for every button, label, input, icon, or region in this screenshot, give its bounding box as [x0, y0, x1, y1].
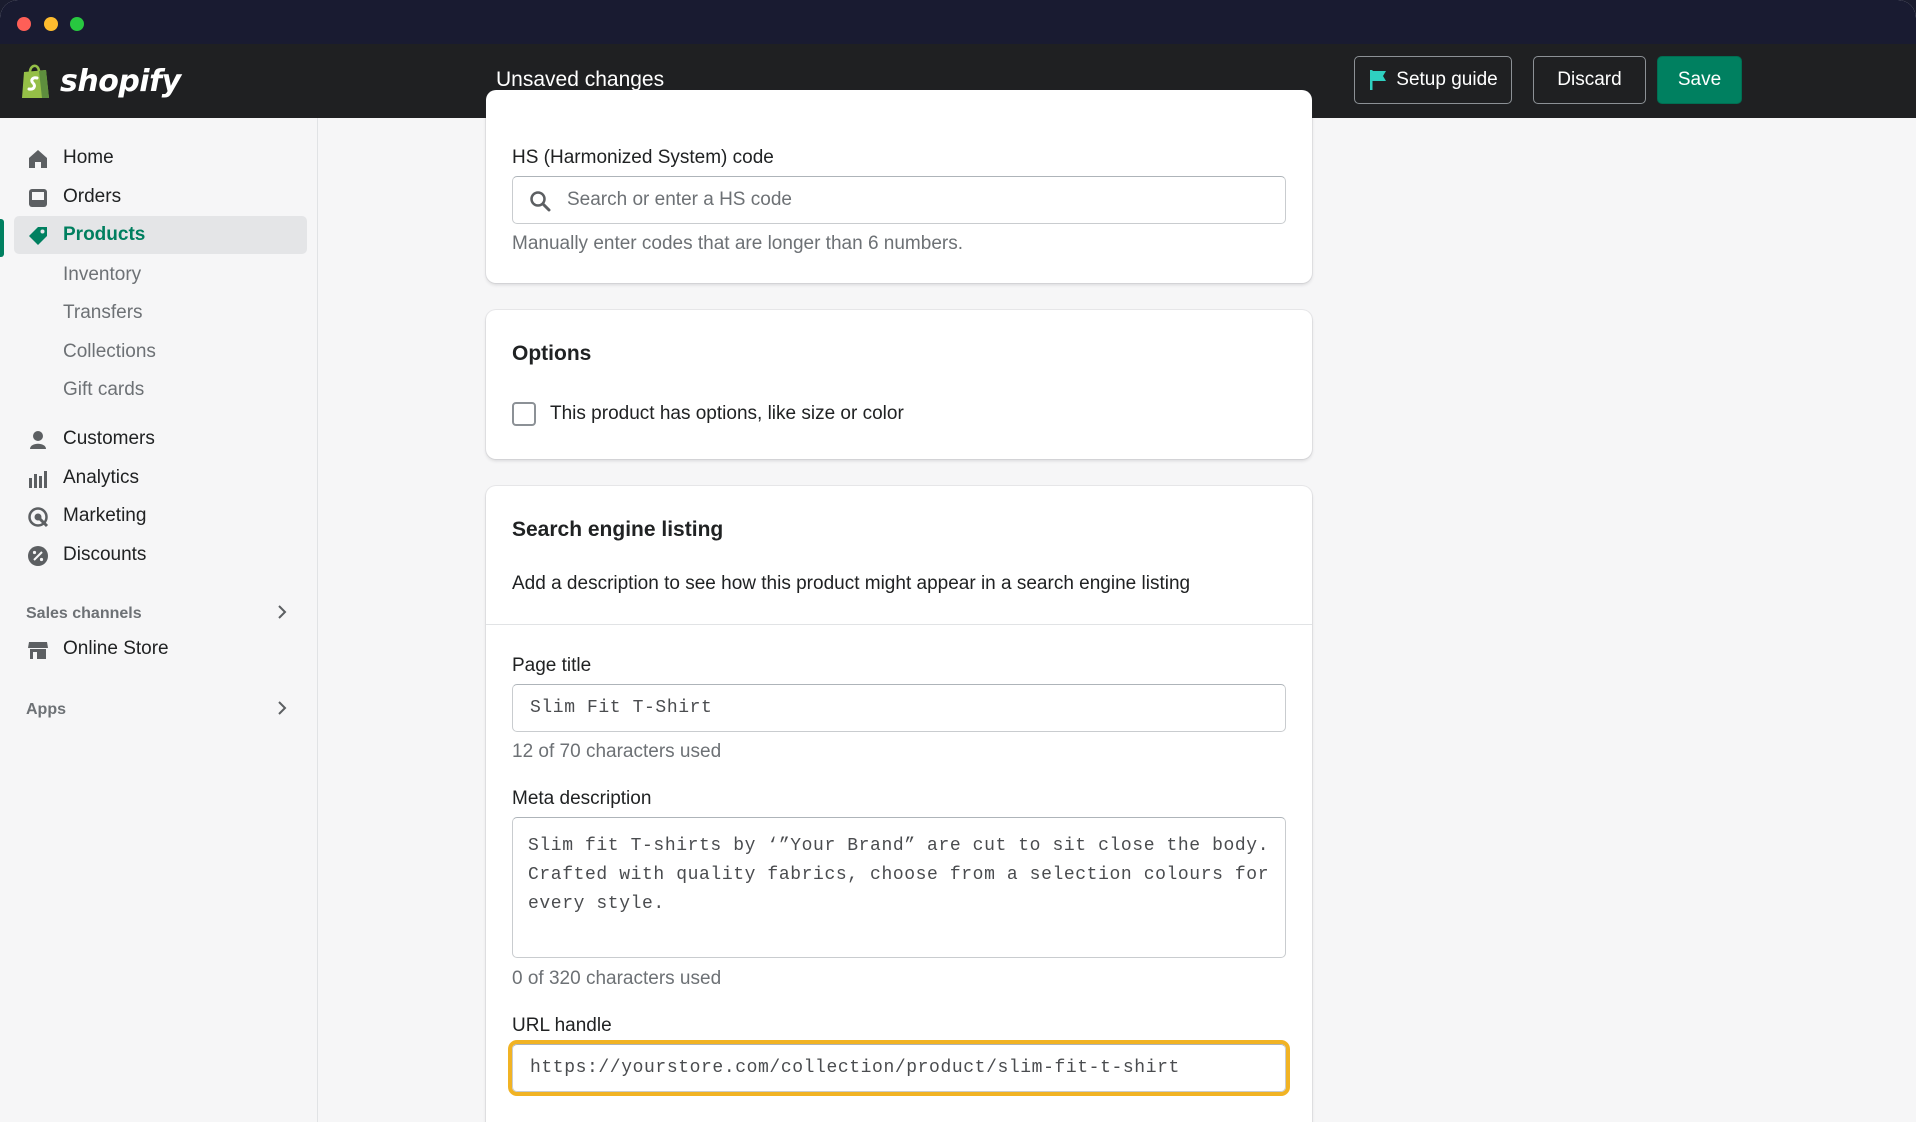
setup-guide-label: Setup guide [1396, 69, 1498, 90]
seo-divider [486, 624, 1312, 625]
bar-chart-icon [29, 471, 47, 488]
sidebar-item-label: Discounts [63, 544, 147, 565]
sidebar-subitem-transfers[interactable]: Transfers [63, 302, 143, 324]
url-handle-label: URL handle [512, 1015, 612, 1036]
home-icon [29, 150, 47, 168]
chevron-right-icon[interactable] [274, 700, 290, 716]
has-options-label[interactable]: This product has options, like size or c… [550, 403, 904, 425]
discount-icon [28, 546, 48, 566]
sales-channels-heading: Sales channels [26, 605, 142, 622]
sidebar: Home Orders Products Inventory Transfers… [0, 118, 318, 1122]
hs-code-label: HS (Harmonized System) code [512, 147, 774, 168]
seo-description: Add a description to see how this produc… [512, 573, 1191, 594]
sidebar-item-online-store[interactable]: Online Store [14, 630, 307, 668]
hs-code-placeholder: Search or enter a HS code [567, 189, 792, 210]
flag-icon [1370, 70, 1387, 90]
hs-code-search-input[interactable]: Search or enter a HS code [512, 176, 1286, 224]
person-icon [30, 431, 46, 449]
sidebar-item-marketing[interactable]: Marketing [14, 497, 307, 535]
close-window-button[interactable] [17, 17, 31, 31]
sidebar-item-label: Analytics [63, 467, 140, 488]
sidebar-item-orders[interactable]: Orders [14, 178, 307, 216]
minimize-window-button[interactable] [44, 17, 58, 31]
page-title-input[interactable]: Slim Fit T-Shirt [512, 684, 1286, 732]
brand-name: shopify [60, 63, 181, 99]
url-handle-value: https://yourstore.com/collection/product… [530, 1058, 1180, 1078]
maximize-window-button[interactable] [70, 17, 84, 31]
sidebar-subitem-collections[interactable]: Collections [63, 341, 156, 363]
sidebar-item-label: Online Store [63, 638, 169, 659]
url-handle-input[interactable]: https://yourstore.com/collection/product… [512, 1044, 1286, 1092]
options-title: Options [512, 342, 592, 365]
search-engine-listing-card: Search engine listing Add a description … [486, 486, 1312, 1122]
sidebar-item-customers[interactable]: Customers [14, 420, 307, 458]
sidebar-item-label: Products [63, 224, 146, 245]
sidebar-item-home[interactable]: Home [14, 139, 307, 177]
sidebar-item-products[interactable]: Products [14, 216, 307, 254]
app-window: shopify Unsaved changes Setup guide Disc… [0, 0, 1916, 1122]
shopify-logo[interactable]: shopify [20, 60, 181, 102]
target-icon [28, 507, 49, 528]
search-icon [530, 191, 551, 212]
page-title-count: 12 of 70 characters used [512, 741, 722, 762]
sidebar-subitem-inventory[interactable]: Inventory [63, 264, 141, 286]
has-options-checkbox[interactable] [512, 402, 536, 426]
page-title-label: Page title [512, 655, 592, 676]
active-indicator [0, 219, 4, 257]
chevron-right-icon[interactable] [274, 604, 290, 620]
options-card: Options This product has options, like s… [486, 310, 1312, 459]
meta-description-textarea[interactable]: Slim fit T-shirts by ‘”Your Brand” are c… [512, 817, 1286, 958]
apps-heading: Apps [26, 701, 66, 718]
meta-description-count: 0 of 320 characters used [512, 968, 722, 989]
hs-code-card: HS (Harmonized System) code Search or en… [486, 90, 1312, 283]
tag-icon [29, 227, 47, 245]
sidebar-item-label: Home [63, 147, 114, 168]
seo-title: Search engine listing [512, 518, 724, 541]
discard-button[interactable]: Discard [1533, 56, 1646, 104]
store-icon [28, 642, 48, 659]
sidebar-item-label: Customers [63, 428, 155, 449]
sidebar-item-label: Marketing [63, 505, 147, 526]
hs-code-help-text: Manually enter codes that are longer tha… [512, 233, 963, 254]
orders-icon [29, 189, 47, 207]
title-bar [0, 0, 1916, 44]
meta-description-label: Meta description [512, 788, 652, 809]
save-button[interactable]: Save [1657, 56, 1742, 104]
sidebar-item-analytics[interactable]: Analytics [14, 459, 307, 497]
unsaved-changes-label: Unsaved changes [496, 68, 665, 91]
page-title-value: Slim Fit T-Shirt [530, 698, 713, 718]
sidebar-item-label: Orders [63, 186, 122, 207]
setup-guide-button[interactable]: Setup guide [1354, 56, 1512, 104]
sidebar-item-discounts[interactable]: Discounts [14, 536, 307, 574]
sidebar-subitem-gift-cards[interactable]: Gift cards [63, 379, 144, 401]
shopify-bag-icon [22, 64, 49, 98]
